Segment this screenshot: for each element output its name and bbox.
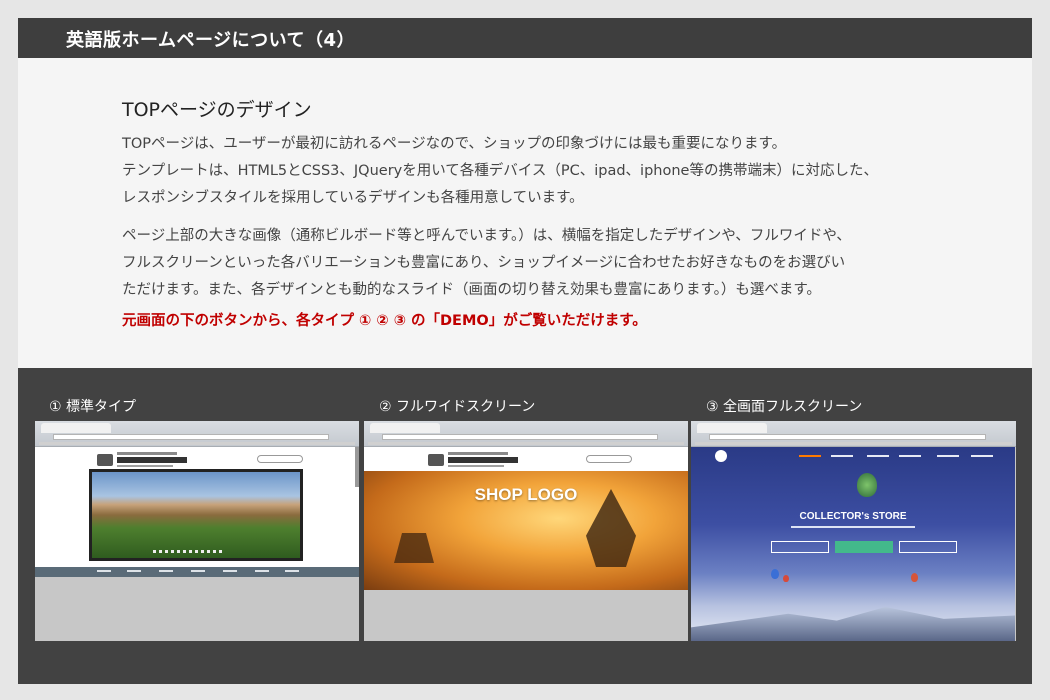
browser-tab	[370, 423, 440, 433]
intro-line: レスポンシブスタイルを採用しているデザインも各種用意しています。	[122, 190, 584, 206]
nav-bar	[691, 447, 1015, 465]
hero-button	[835, 541, 893, 553]
hero-button	[771, 541, 829, 553]
hero-subtitle	[791, 526, 915, 528]
address-bar	[53, 434, 329, 440]
page-title: 英語版ホームページについて（4）	[66, 30, 356, 51]
hero-button	[899, 541, 957, 553]
intro-paragraph: TOPページは、ユーザーが最初に訪れるページなので、ショップの印象づけには最も重…	[122, 131, 1002, 212]
bookmarks-bar	[39, 442, 355, 445]
address-bar	[709, 434, 986, 440]
page-header	[364, 447, 688, 471]
demo-screenshot-fullscreen[interactable]: COLLECTOR's STORE	[691, 421, 1016, 641]
scrollbar	[355, 447, 359, 487]
header-badge	[586, 455, 632, 463]
balloon-icon	[783, 575, 789, 582]
demo-screenshot-fullwide[interactable]: SHOP LOGO	[364, 421, 688, 641]
browser-tab	[697, 423, 767, 433]
demo-notice: 元画面の下のボタンから、各タイプ ① ② ③ の「DEMO」がご覧いただけます。	[122, 313, 647, 329]
section-heading: TOPページのデザイン	[122, 99, 312, 121]
header-badge	[257, 455, 303, 463]
browser-chrome	[35, 421, 359, 447]
billboard-line: ただけます。また、各デザインとも動的なスライド（画面の切り替え効果も豊富にありま…	[122, 282, 821, 298]
slider-dots	[153, 550, 223, 553]
balloon-icon	[857, 473, 877, 497]
intro-line: TOPページは、ユーザーが最初に訪れるページなので、ショップの印象づけには最も重…	[122, 136, 787, 152]
browser-chrome	[691, 421, 1016, 447]
page-preview: COLLECTOR's STORE	[691, 447, 1015, 641]
balloon-icon	[911, 573, 918, 582]
logo-icon	[715, 450, 727, 462]
balloon-icon	[771, 569, 779, 579]
shop-logo	[97, 451, 187, 469]
content-panel: TOPページのデザイン TOPページは、ユーザーが最初に訪れるページなので、ショ…	[18, 58, 1032, 368]
demo-label-fullscreen: ③ 全画面フルスクリーン	[706, 399, 863, 415]
address-bar	[382, 434, 658, 440]
bookmarks-bar	[695, 442, 1012, 445]
hero-logo-text: SHOP LOGO	[474, 485, 578, 504]
billboard-paragraph: ページ上部の大きな画像（通称ビルボード等と呼んでいます。）は、横幅を指定したデザ…	[122, 223, 1002, 304]
cart-icon	[97, 454, 113, 466]
hero-image: SHOP LOGO	[364, 471, 688, 590]
intro-line: テンプレートは、HTML5とCSS3、JQueryを用いて各種デバイス（PC、i…	[122, 163, 878, 179]
demo-label-fullwide: ② フルワイドスクリーン	[379, 399, 536, 415]
mountain-image	[691, 607, 1015, 641]
browser-chrome	[364, 421, 688, 447]
demo-panel: ① 標準タイプ ② フルワイドスクリーン SHOP LOGO ③ 全画面フルスク…	[18, 368, 1032, 684]
billboard-image	[89, 469, 303, 561]
page-preview	[35, 447, 359, 567]
demo-screenshot-standard[interactable]	[35, 421, 359, 641]
header-bar: 英語版ホームページについて（4）	[18, 18, 1032, 58]
shop-logo	[428, 451, 518, 469]
browser-tab	[41, 423, 111, 433]
hero-title: COLLECTOR's STORE	[799, 511, 907, 522]
bookmarks-bar	[368, 442, 684, 445]
billboard-line: フルスクリーンといった各バリエーションも豊富にあり、ショップイメージに合わせたお…	[122, 255, 846, 271]
cart-icon	[428, 454, 444, 466]
demo-label-standard: ① 標準タイプ	[49, 399, 137, 415]
nav-bar	[35, 567, 359, 577]
billboard-line: ページ上部の大きな画像（通称ビルボード等と呼んでいます。）は、横幅を指定したデザ…	[122, 228, 851, 244]
